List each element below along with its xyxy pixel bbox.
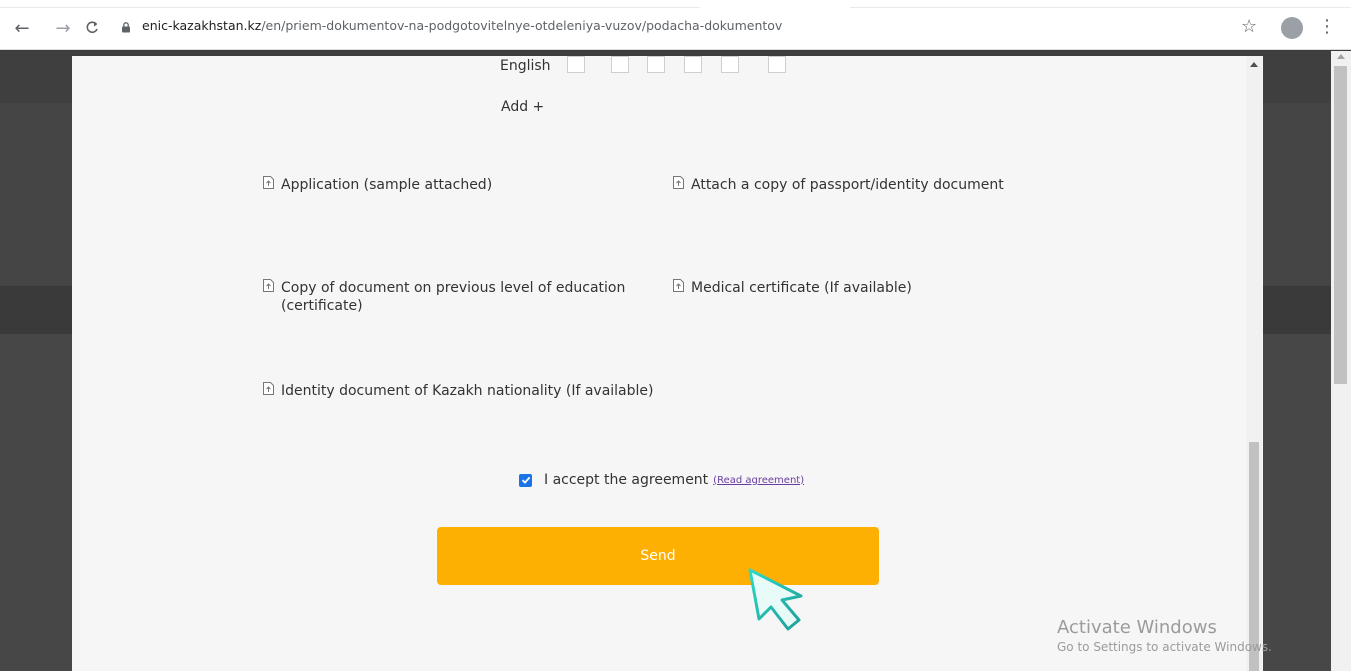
send-button[interactable]: Send <box>437 527 879 585</box>
tab-gap <box>700 4 850 10</box>
tab-strip <box>0 7 1351 8</box>
url-host: enic-kazakhstan.kz <box>142 18 262 33</box>
browser-menu-icon[interactable]: ⋮ <box>1318 16 1336 37</box>
language-level-checkbox[interactable] <box>567 56 585 73</box>
upload-passport[interactable]: Attach a copy of passport/identity docum… <box>673 176 1004 194</box>
page-scroll-up-icon[interactable] <box>1337 54 1345 59</box>
url-path: /en/priem-dokumentov-na-podgotovitelnye-… <box>261 18 783 33</box>
read-agreement-link[interactable]: (Read agreement) <box>713 475 804 486</box>
upload-label: Attach a copy of passport/identity docum… <box>691 177 1004 193</box>
profile-avatar-icon[interactable] <box>1281 17 1303 39</box>
file-upload-icon <box>263 176 274 189</box>
address-bar[interactable]: enic-kazakhstan.kz/en/priem-dokumentov-n… <box>142 18 782 33</box>
language-level-checkbox[interactable] <box>768 56 786 73</box>
file-upload-icon <box>263 382 274 395</box>
windows-activation-watermark: Activate Windows Go to Settings to activ… <box>1057 617 1272 654</box>
language-level-checkbox[interactable] <box>721 56 739 73</box>
mouse-cursor-icon <box>748 568 803 631</box>
checkmark-icon <box>521 476 530 484</box>
upload-label: Medical certificate (If available) <box>691 280 912 296</box>
upload-education-certificate[interactable]: Copy of document on previous level of ed… <box>263 279 643 315</box>
language-level-checkbox[interactable] <box>684 56 702 73</box>
page-scroll-thumb[interactable] <box>1334 66 1347 384</box>
file-upload-icon <box>673 279 684 292</box>
agreement-checkbox[interactable] <box>519 473 532 487</box>
back-icon[interactable]: ← <box>11 17 33 39</box>
upload-label: Identity document of Kazakh nationality … <box>281 383 654 399</box>
language-level-checkbox[interactable] <box>647 56 665 73</box>
agreement-label: I accept the agreement <box>544 472 709 488</box>
agreement-row: I accept the agreement (Read agreement) <box>519 472 804 488</box>
add-language-link[interactable]: Add + <box>501 99 544 115</box>
reload-icon[interactable] <box>81 17 103 39</box>
upload-label: Copy of document on previous level of ed… <box>281 280 626 314</box>
forward-icon[interactable]: → <box>52 17 74 39</box>
lock-icon <box>122 22 130 33</box>
bookmark-star-icon[interactable]: ☆ <box>1241 16 1257 37</box>
language-level-checkbox[interactable] <box>611 56 629 73</box>
upload-application[interactable]: Application (sample attached) <box>263 176 492 194</box>
watermark-title: Activate Windows <box>1057 617 1217 638</box>
file-upload-icon <box>263 279 274 292</box>
upload-label: Application (sample attached) <box>281 177 493 193</box>
browser-toolbar: ← → enic-kazakhstan.kz/en/priem-dokument… <box>0 0 1351 50</box>
language-label: English <box>500 58 551 74</box>
watermark-subtitle: Go to Settings to activate Windows. <box>1057 640 1272 654</box>
upload-medical-certificate[interactable]: Medical certificate (If available) <box>673 279 912 297</box>
upload-kazakh-identity[interactable]: Identity document of Kazakh nationality … <box>263 382 653 400</box>
modal-scroll-up-icon[interactable] <box>1250 62 1258 67</box>
file-upload-icon <box>673 176 684 189</box>
